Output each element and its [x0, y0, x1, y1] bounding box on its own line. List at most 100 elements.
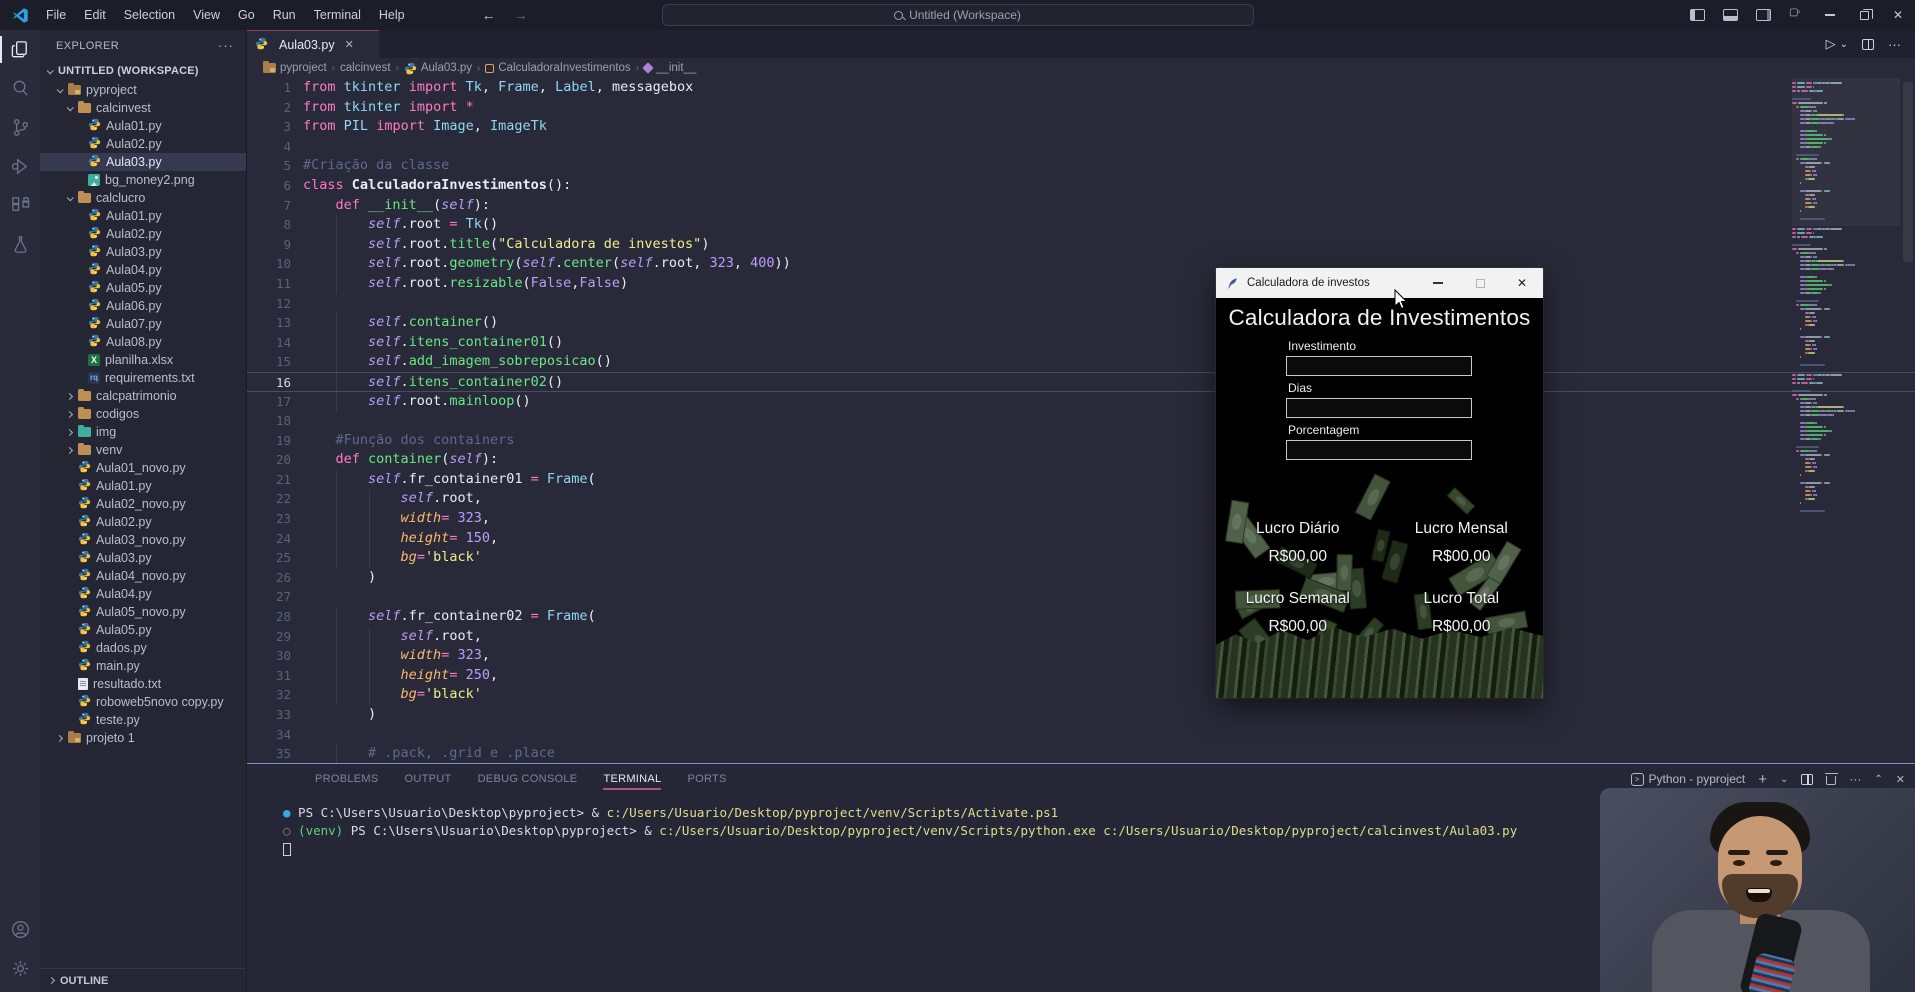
code-line-22[interactable]: 22 self.root,	[247, 489, 1915, 509]
source-control-icon[interactable]	[0, 108, 40, 147]
run-button[interactable]: ▷	[1826, 36, 1836, 52]
tree-item-aula04-py[interactable]: Aula04.py	[40, 585, 246, 603]
tree-item-aula01-py[interactable]: Aula01.py	[40, 207, 246, 225]
workspace-root-row[interactable]: UNTITLED (WORKSPACE)	[40, 61, 246, 81]
maximize-panel-icon[interactable]: ⌃	[1874, 774, 1882, 785]
tree-item-calclucro[interactable]: calclucro	[40, 189, 246, 207]
tree-item-main-py[interactable]: main.py	[40, 657, 246, 675]
tab-aula03[interactable]: Aula03.py ✕	[247, 30, 379, 58]
code-line-20[interactable]: 20 def container(self):	[247, 450, 1915, 470]
editor-more-icon[interactable]: ···	[1888, 37, 1901, 52]
tree-item-pyproject[interactable]: pyproject	[40, 81, 246, 99]
code-line-3[interactable]: 3from PIL import Image, ImageTk	[247, 117, 1915, 137]
editor-scrollbar[interactable]	[1903, 82, 1913, 262]
tk-entry-dias[interactable]	[1286, 398, 1472, 418]
back-arrow-icon[interactable]: ←	[482, 7, 496, 23]
account-icon[interactable]	[0, 910, 40, 949]
terminal-dropdown-icon[interactable]: ⌄	[1780, 774, 1788, 785]
tree-item-aula03-py[interactable]: Aula03.py	[40, 243, 246, 261]
tree-item-teste-py[interactable]: teste.py	[40, 711, 246, 729]
explorer-more-icon[interactable]: ···	[218, 38, 234, 53]
menu-run[interactable]: Run	[264, 0, 305, 30]
code-line-30[interactable]: 30 width= 323,	[247, 646, 1915, 666]
close-button[interactable]: ✕	[1881, 0, 1915, 30]
tree-item-dados-py[interactable]: dados.py	[40, 639, 246, 657]
toggle-panel-icon[interactable]	[1723, 9, 1738, 21]
tree-item-aula05-py[interactable]: Aula05.py	[40, 279, 246, 297]
menu-terminal[interactable]: Terminal	[305, 0, 370, 30]
code-line-21[interactable]: 21 self.fr_container01 = Frame(	[247, 470, 1915, 490]
breadcrumb-pyproject[interactable]: pyproject	[263, 62, 327, 74]
code-line-5[interactable]: 5#Criação da classe	[247, 156, 1915, 176]
code-line-33[interactable]: 33 )	[247, 705, 1915, 725]
breadcrumb-calculadorainvestimentos[interactable]: CalculadoraInvestimentos	[485, 62, 630, 74]
restore-button[interactable]	[1847, 0, 1881, 30]
split-terminal-icon[interactable]	[1801, 774, 1813, 785]
code-line-1[interactable]: 1from tkinter import Tk, Frame, Label, m…	[247, 78, 1915, 98]
panel-tab-ports[interactable]: PORTS	[687, 764, 726, 794]
tree-item-aula06-py[interactable]: Aula06.py	[40, 297, 246, 315]
panel-tab-output[interactable]: OUTPUT	[405, 764, 452, 794]
testing-icon[interactable]	[0, 225, 40, 264]
tree-item-projeto-1[interactable]: projeto 1	[40, 729, 246, 747]
tree-item-bg-money2-png[interactable]: bg_money2.png	[40, 171, 246, 189]
tk-close-button[interactable]: ✕	[1501, 268, 1543, 298]
tree-item-aula08-py[interactable]: Aula08.py	[40, 333, 246, 351]
tree-item-codigos[interactable]: codigos	[40, 405, 246, 423]
panel-more-icon[interactable]: ···	[1849, 772, 1861, 786]
toggle-secondary-sidebar-icon[interactable]	[1756, 9, 1771, 21]
kill-terminal-icon[interactable]	[1826, 776, 1836, 785]
run-and-debug-icon[interactable]	[0, 147, 40, 186]
menu-view[interactable]: View	[184, 0, 229, 30]
minimap[interactable]	[1792, 82, 1900, 763]
forward-arrow-icon[interactable]: →	[514, 7, 528, 23]
code-line-7[interactable]: 7 def __init__(self):	[247, 196, 1915, 216]
tk-entry-investimento[interactable]	[1286, 356, 1472, 376]
tree-item-aula01-py[interactable]: Aula01.py	[40, 117, 246, 135]
code-line-6[interactable]: 6class CalculadoraInvestimentos():	[247, 176, 1915, 196]
command-center-search[interactable]: Untitled (Workspace)	[662, 4, 1254, 26]
extensions-icon[interactable]	[0, 186, 40, 225]
tree-item-aula01-novo-py[interactable]: Aula01_novo.py	[40, 459, 246, 477]
customize-layout-icon[interactable]	[1789, 9, 1804, 21]
tree-item-img[interactable]: img	[40, 423, 246, 441]
tree-item-aula07-py[interactable]: Aula07.py	[40, 315, 246, 333]
search-icon[interactable]	[0, 69, 40, 108]
tree-item-aula05-py[interactable]: Aula05.py	[40, 621, 246, 639]
tree-item-aula01-py[interactable]: Aula01.py	[40, 477, 246, 495]
tree-item-aula02-py[interactable]: Aula02.py	[40, 225, 246, 243]
tree-item-planilha-xlsx[interactable]: Xplanilha.xlsx	[40, 351, 246, 369]
panel-tab-problems[interactable]: PROBLEMS	[315, 764, 379, 794]
tree-item-resultado-txt[interactable]: resultado.txt	[40, 675, 246, 693]
breadcrumb-calcinvest[interactable]: calcinvest	[340, 62, 391, 74]
panel-tab-terminal[interactable]: TERMINAL	[603, 764, 661, 794]
breadcrumb--init-[interactable]: __init__	[644, 62, 696, 74]
code-line-27[interactable]: 27	[247, 587, 1915, 607]
code-line-28[interactable]: 28 self.fr_container02 = Frame(	[247, 607, 1915, 627]
code-line-12[interactable]: 12	[247, 294, 1915, 314]
menu-help[interactable]: Help	[370, 0, 414, 30]
tree-item-aula05-novo-py[interactable]: Aula05_novo.py	[40, 603, 246, 621]
code-line-24[interactable]: 24 height= 150,	[247, 529, 1915, 549]
tree-item-aula02-novo-py[interactable]: Aula02_novo.py	[40, 495, 246, 513]
menu-go[interactable]: Go	[229, 0, 264, 30]
code-line-29[interactable]: 29 self.root,	[247, 627, 1915, 647]
code-line-34[interactable]: 34	[247, 725, 1915, 745]
code-line-35[interactable]: 35 # .pack, .grid e .place	[247, 744, 1915, 763]
code-line-17[interactable]: 17 self.root.mainloop()	[247, 392, 1915, 412]
close-panel-icon[interactable]: ✕	[1896, 773, 1905, 786]
tk-entry-porcentagem[interactable]	[1286, 440, 1472, 460]
code-line-9[interactable]: 9 self.root.title("Calculadora de invest…	[247, 235, 1915, 255]
tree-item-aula02-py[interactable]: Aula02.py	[40, 135, 246, 153]
outline-section[interactable]: OUTLINE	[40, 968, 246, 992]
code-line-26[interactable]: 26 )	[247, 568, 1915, 588]
menu-edit[interactable]: Edit	[75, 0, 115, 30]
explorer-icon[interactable]	[0, 30, 40, 69]
tk-maximize-button[interactable]	[1459, 268, 1501, 298]
code-editor[interactable]: 1from tkinter import Tk, Frame, Label, m…	[247, 78, 1915, 763]
code-line-18[interactable]: 18	[247, 411, 1915, 431]
tree-item-requirements-txt[interactable]: rqrequirements.txt	[40, 369, 246, 387]
tree-item-aula03-py[interactable]: Aula03.py	[40, 153, 246, 171]
code-line-23[interactable]: 23 width= 323,	[247, 509, 1915, 529]
toggle-sidebar-icon[interactable]	[1690, 9, 1705, 21]
